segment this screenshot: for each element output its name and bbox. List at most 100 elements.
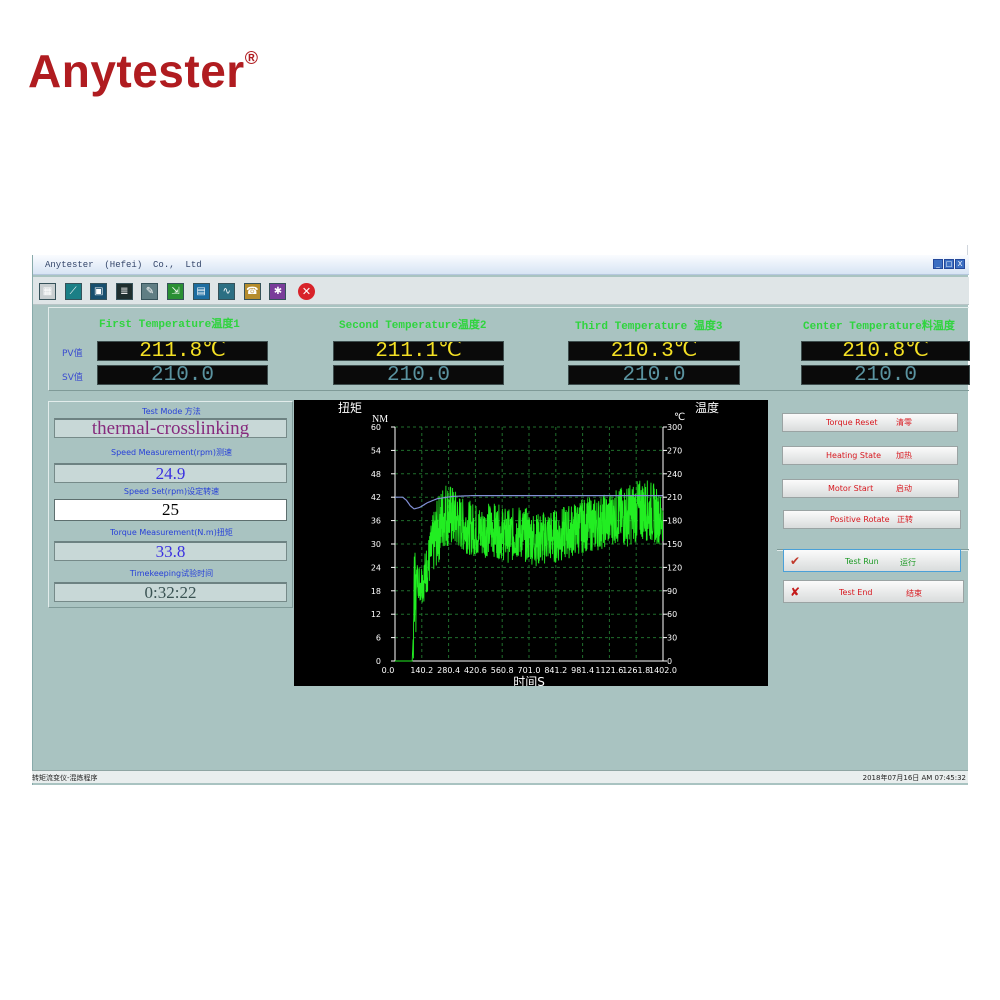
y2-axis-title: 温度 [695, 400, 719, 415]
x-tick-label: 981.4 [571, 666, 594, 675]
x-tick-label: 420.6 [464, 666, 487, 675]
positive-rotate-cn: 正转 [897, 515, 913, 524]
speed-set-input[interactable]: 25 [54, 499, 287, 521]
test-run-label: Test Run [845, 557, 879, 566]
y2-axis-unit: ℃ [674, 412, 685, 423]
parameter-panel: Test Mode 方法 thermal-crosslinking Speed … [48, 401, 293, 608]
temp1-sv-display: 210.0 [97, 365, 268, 385]
x-tick-label: 1402.0 [649, 666, 677, 675]
temp3-sv-display: 210.0 [568, 365, 740, 385]
test-end-label: Test End [839, 588, 873, 597]
temp2-pv-display: 211.1℃ [333, 341, 504, 361]
y-axis-unit: NM [372, 414, 388, 425]
toolbar-document-icon[interactable]: ▤ [192, 283, 210, 300]
y-tick-label: 18 [371, 587, 381, 596]
y-tick-label: 48 [371, 470, 381, 479]
title-bar: Anytester (Hefei) Co., Ltd _ □ X [33, 255, 969, 275]
window-controls: _ □ X [933, 259, 965, 269]
test-run-button[interactable]: ✔ Test Run 运行 [783, 549, 961, 572]
y2-tick-label: 90 [667, 587, 677, 596]
y-tick-label: 12 [371, 610, 381, 619]
temp3-title: Third Temperature 温度3 [575, 321, 723, 333]
exit-icon[interactable]: ✕ [298, 283, 315, 300]
temp4-title: Center Temperature料温度 [803, 321, 955, 333]
test-end-button[interactable]: ✘ Test End 结束 [783, 580, 964, 603]
toolbar-palette-icon[interactable]: ✱ [269, 283, 287, 300]
y-tick-label: 6 [376, 634, 381, 643]
toolbar-grid-icon[interactable]: ▦ [39, 283, 56, 300]
timekeeping-label: Timekeeping试验时间 [129, 569, 214, 578]
y-tick-label: 36 [371, 517, 381, 526]
y-tick-label: 0 [376, 657, 381, 666]
toolbar-settings-icon[interactable]: ✎ [141, 283, 159, 300]
status-bar: 转矩流变仪-混炼程序 2018年07月16日 AM 07:45:32 [32, 770, 968, 783]
x-tick-label: 0.0 [382, 666, 395, 675]
toolbar-curve-icon[interactable]: ∿ [218, 283, 236, 300]
sv-label: SV值 [62, 373, 83, 383]
speed-set-label: Speed Set(rpm)设定转速 [123, 487, 220, 496]
temp4-pv-display: 210.8℃ [801, 341, 970, 361]
motor-start-cn: 启动 [896, 484, 912, 493]
x-axis-title: 时间S [513, 675, 545, 686]
check-icon: ✔ [790, 554, 801, 568]
torque-measurement-label: Torque Measurement(N.m)扭矩 [110, 528, 233, 537]
anytester-logo: Anytester® [28, 45, 259, 97]
cross-icon: ✘ [790, 585, 801, 599]
maximize-button[interactable]: □ [944, 259, 954, 269]
timekeeping-display: 0:32:22 [54, 582, 287, 602]
x-tick-label: 841.2 [544, 666, 567, 675]
torque-reset-label: Torque Reset [826, 418, 878, 427]
x-tick-label: 140.2 [410, 666, 433, 675]
close-window-button[interactable]: X [955, 259, 965, 269]
x-tick-label: 1121.6 [595, 666, 623, 675]
x-tick-label: 560.8 [491, 666, 514, 675]
toolbar-save-icon[interactable]: ▣ [90, 283, 108, 300]
speed-measurement-display: 24.9 [54, 463, 287, 483]
heating-state-button[interactable]: Heating State 加热 [782, 446, 958, 465]
temp1-pv-display: 211.8℃ [97, 341, 268, 361]
minimize-button[interactable]: _ [933, 259, 943, 269]
y2-tick-label: 180 [667, 517, 682, 526]
torque-measurement-display: 33.8 [54, 541, 287, 561]
chart-svg: 0612182430364248546003060901201501802102… [338, 400, 719, 686]
y2-tick-label: 30 [667, 634, 677, 643]
temp2-sv-display: 210.0 [333, 365, 504, 385]
y2-tick-label: 120 [667, 563, 682, 572]
y2-tick-label: 300 [667, 423, 682, 432]
toolbar: ▦ ⟋ ▣ ≣ ✎ ⇲ ▤ ∿ ☎ ✱ ✕ [33, 277, 969, 305]
y2-tick-label: 0 [667, 657, 672, 666]
status-datetime: 2018年07月16日 AM 07:45:32 [862, 774, 966, 782]
control-panel: Torque Reset 清零 Heating State 加热 Motor S… [777, 401, 963, 609]
motor-start-label: Motor Start [828, 484, 874, 493]
temp3-pv-display: 210.3℃ [568, 341, 740, 361]
test-mode-label: Test Mode 方法 [142, 407, 201, 416]
y2-tick-label: 60 [667, 610, 677, 619]
x-tick-label: 280.4 [437, 666, 460, 675]
torque-reset-button[interactable]: Torque Reset 清零 [782, 413, 958, 432]
toolbar-phone-icon[interactable]: ☎ [243, 283, 261, 300]
positive-rotate-button[interactable]: Positive Rotate 正转 [783, 510, 961, 529]
toolbar-export-icon[interactable]: ⇲ [167, 283, 184, 300]
motor-start-button[interactable]: Motor Start 启动 [782, 479, 959, 498]
test-run-cn: 运行 [900, 558, 916, 567]
torque-temperature-chart: 0 6 12 18 24 30 36 42 48 54 60 0 30 60 90 120 150 180 210 2… [294, 400, 768, 686]
window-title: Anytester (Hefei) Co., Ltd [45, 260, 202, 270]
pv-label: PV值 [62, 349, 83, 359]
temp1-title: First Temperature温度1 [99, 319, 240, 331]
y-tick-label: 42 [371, 493, 381, 502]
y2-tick-label: 270 [667, 446, 682, 455]
toolbar-table-icon[interactable]: ≣ [115, 283, 133, 300]
y-tick-label: 24 [371, 563, 381, 572]
heating-state-cn: 加热 [896, 451, 912, 460]
toolbar-chart-line-icon[interactable]: ⟋ [64, 283, 82, 300]
y2-tick-label: 210 [667, 493, 682, 502]
positive-rotate-label: Positive Rotate [830, 515, 890, 524]
app-window: Anytester (Hefei) Co., Ltd _ □ X ▦ ⟋ ▣ ≣ ✎ ⇲ ▤… [32, 255, 970, 785]
test-mode-field[interactable]: thermal-crosslinking [54, 418, 287, 438]
y-tick-label: 54 [371, 446, 381, 455]
x-tick-label: 701.0 [518, 666, 541, 675]
y-axis-title: 扭矩 [338, 401, 362, 415]
torque-reset-cn: 清零 [896, 418, 912, 427]
speed-measurement-label: Speed Measurement(rpm)测速 [111, 448, 232, 457]
x-tick-label: 1261.8 [622, 666, 650, 675]
